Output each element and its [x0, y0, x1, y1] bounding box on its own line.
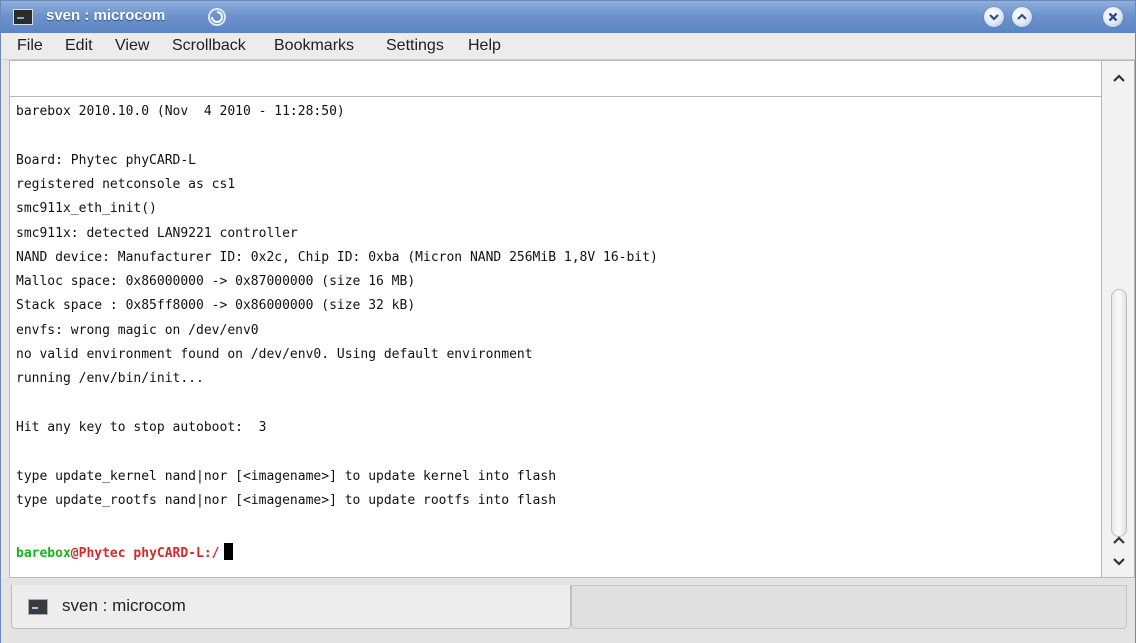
terminal-app-icon[interactable]: [13, 9, 33, 25]
terminal-line: smc911x: detected LAN9221 controller: [16, 225, 298, 241]
scroll-up-small-icon[interactable]: [1109, 531, 1129, 551]
menu-edit[interactable]: Edit: [65, 37, 93, 55]
chevron-down-icon: [989, 14, 999, 21]
terminal-output[interactable]: barebox 2010.10.0 (Nov 4 2010 - 11:28:50…: [9, 96, 1101, 578]
terminal-line: type update_kernel nand|nor [<imagename>…: [16, 468, 557, 484]
terminal-line: Malloc space: 0x86000000 -> 0x87000000 (…: [16, 274, 416, 290]
terminal-tab-icon: [28, 599, 48, 615]
terminal-top-padding: [9, 60, 1101, 96]
scroll-up-icon[interactable]: [1109, 69, 1129, 89]
terminal-line: Hit any key to stop autoboot: 3: [16, 419, 267, 435]
tab-bar: sven : microcom: [1, 579, 1135, 643]
title-bar[interactable]: sven : microcom: [1, 1, 1135, 33]
terminal-line: smc911x_eth_init(): [16, 201, 157, 217]
menu-bar: File Edit View Scrollback Bookmarks Sett…: [1, 33, 1135, 60]
tab-sven-microcom[interactable]: sven : microcom: [11, 585, 571, 629]
text-cursor: [223, 543, 233, 561]
menu-help[interactable]: Help: [468, 37, 501, 55]
menu-scrollback[interactable]: Scrollback: [172, 37, 246, 55]
tab-bar-empty-area: [571, 585, 1127, 629]
terminal-line: Stack space : 0x85ff8000 -> 0x86000000 (…: [16, 298, 416, 314]
terminal-line: type update_rootfs nand|nor [<imagename>…: [16, 492, 557, 508]
scroll-down-icon[interactable]: [1109, 551, 1129, 571]
scrollbar-thumb[interactable]: [1111, 289, 1127, 537]
terminal-line: running /env/bin/init...: [16, 371, 204, 387]
menu-file[interactable]: File: [17, 37, 43, 55]
prompt-host-path: @Phytec phyCARD-L:/: [70, 546, 220, 562]
swirl-icon: [208, 8, 226, 26]
terminal-text-area: barebox 2010.10.0 (Nov 4 2010 - 11:28:50…: [10, 97, 1101, 577]
terminal-prompt[interactable]: barebox@Phytec phyCARD-L:/: [16, 543, 233, 562]
close-button[interactable]: [1103, 7, 1123, 27]
maximize-button[interactable]: [1012, 7, 1032, 27]
menu-settings[interactable]: Settings: [386, 37, 444, 55]
menu-view[interactable]: View: [115, 37, 149, 55]
minimize-button[interactable]: [984, 7, 1004, 27]
terminal-line: Board: Phytec phyCARD-L: [16, 152, 197, 168]
terminal-line: NAND device: Manufacturer ID: 0x2c, Chip…: [16, 249, 658, 265]
prompt-user: barebox: [16, 546, 71, 562]
terminal-line: no valid environment found on /dev/env0.…: [16, 347, 533, 362]
terminal-window: sven : microcom File Edit View Scrollbac…: [0, 0, 1136, 643]
terminal-line: registered netconsole as cs1: [16, 176, 236, 192]
terminal-line: envfs: wrong magic on /dev/env0: [16, 322, 259, 338]
window-title: sven : microcom: [46, 7, 166, 24]
terminal-line: barebox 2010.10.0 (Nov 4 2010 - 11:28:50…: [16, 104, 345, 119]
menu-bookmarks[interactable]: Bookmarks: [274, 37, 354, 55]
chevron-up-icon: [1017, 13, 1027, 20]
vertical-scrollbar[interactable]: [1101, 60, 1135, 578]
close-icon: [1108, 12, 1118, 22]
tab-label: sven : microcom: [62, 596, 186, 615]
